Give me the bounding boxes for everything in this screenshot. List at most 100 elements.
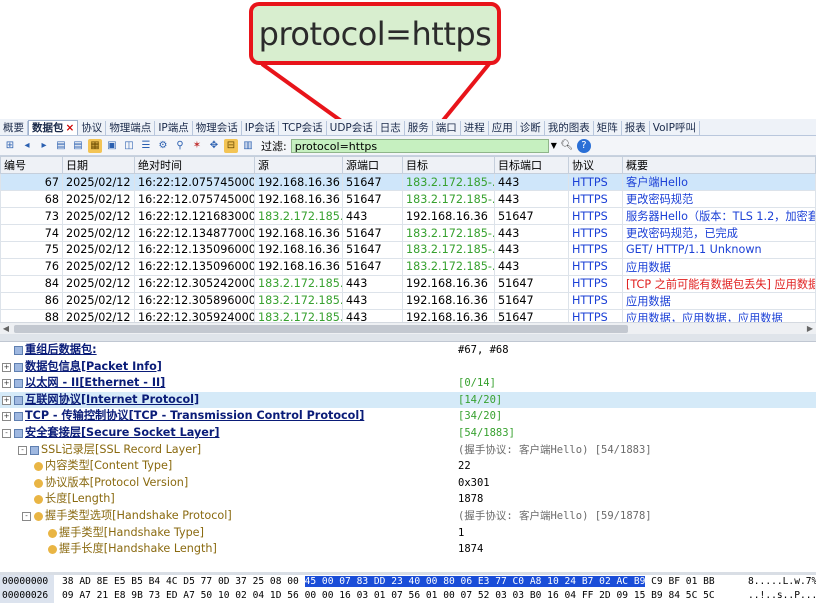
cell-sport: 443 xyxy=(342,291,403,310)
image-icon[interactable]: ◫ xyxy=(122,139,136,153)
scroll-thumb[interactable] xyxy=(14,325,628,333)
tab-10[interactable]: 服务 xyxy=(405,121,433,135)
tree-node[interactable]: 长度[Length] 1878 xyxy=(0,491,816,508)
move-icon[interactable]: ✥ xyxy=(207,139,221,153)
tab-7[interactable]: TCP会话 xyxy=(279,121,327,135)
last-page-icon[interactable]: ▤ xyxy=(71,139,85,153)
tab-1[interactable]: 数据包 × xyxy=(28,120,79,135)
hex-offset: 00000026 xyxy=(0,589,54,603)
pane-splitter[interactable] xyxy=(0,334,816,342)
expand-icon[interactable]: + xyxy=(2,362,11,372)
settings-dropdown-icon[interactable]: ⚙ xyxy=(156,139,170,153)
expand-icon[interactable]: + xyxy=(2,379,11,389)
tree-icon[interactable]: ⊟ xyxy=(224,138,238,153)
hex-selected-bytes[interactable]: 45 00 07 83 DD 23 40 00 80 06 E3 77 C0 A… xyxy=(304,576,646,587)
hex-bytes-tail[interactable]: C9 BF 01 BB xyxy=(645,576,715,587)
cell-dport: 51647 xyxy=(494,207,569,225)
table-row[interactable]: 68 2025/02/12 16:22:12.075745000 192.168.16… xyxy=(0,190,816,208)
tab-17[interactable]: 报表 xyxy=(622,121,650,135)
tab-label: 报表 xyxy=(624,122,646,134)
collapse-icon[interactable]: - xyxy=(22,512,31,521)
tab-4[interactable]: IP端点 xyxy=(155,121,193,135)
tab-label: 端口 xyxy=(435,122,457,134)
tree-node[interactable]: 协议版本[Protocol Version] 0x301 xyxy=(0,475,816,492)
save-filter-icon[interactable]: ▥ xyxy=(241,139,255,153)
tree-node[interactable]: + 数据包信息[Packet Info] xyxy=(0,359,816,376)
tree-node[interactable]: + 互联网协议[Internet Protocol] [14/20] xyxy=(0,391,816,409)
tab-0[interactable]: 概要 xyxy=(0,121,28,135)
magic-filter-icon[interactable]: ✶ xyxy=(190,139,204,153)
tree-label: 安全套接层[Secure Socket Layer] xyxy=(25,426,220,439)
table-row[interactable]: 67 2025/02/12 16:22:12.075745000 192.168.16… xyxy=(0,173,816,191)
tree-node[interactable]: + TCP - 传输控制协议[TCP - Transmission Control… xyxy=(0,408,816,425)
network-icon[interactable]: ⊞ xyxy=(3,139,17,153)
tab-13[interactable]: 应用 xyxy=(489,121,517,135)
tab-label: IP端点 xyxy=(158,122,189,134)
column-header[interactable]: 源 xyxy=(254,156,343,174)
collapse-icon[interactable]: - xyxy=(2,429,11,438)
table-row[interactable]: 74 2025/02/12 16:22:12.134877000 192.168.16… xyxy=(0,224,816,242)
view-detail-icon[interactable]: ▣ xyxy=(105,139,119,153)
back-arrow-icon[interactable]: ◂ xyxy=(20,139,34,153)
cell-src: 183.2.172.185... xyxy=(254,207,343,225)
column-header[interactable]: 协议 xyxy=(568,156,623,174)
cell-proto: HTTPS xyxy=(568,291,623,310)
tree-node[interactable]: - 握手类型选项[Handshake Protocol] (握手协议: 客户端Hel… xyxy=(0,508,816,525)
column-header[interactable]: 概要 xyxy=(622,156,816,174)
tree-label: 重组后数据包: xyxy=(25,343,97,356)
field-icon xyxy=(34,478,43,488)
column-header[interactable]: 目标端口 xyxy=(494,156,569,174)
tab-16[interactable]: 矩阵 xyxy=(594,121,622,135)
tree-value: 1 xyxy=(458,526,465,539)
column-header[interactable]: 目标 xyxy=(402,156,495,174)
collapse-icon[interactable]: - xyxy=(18,445,27,455)
column-header[interactable]: 绝对时间 xyxy=(134,156,255,174)
table-row[interactable]: 84 2025/02/12 16:22:12.305242000 183.2.172.… xyxy=(0,274,816,293)
hex-bytes[interactable]: 38 AD 8E E5 B5 B4 4C D5 77 0D 37 25 08 0… xyxy=(62,576,305,587)
tree-node[interactable]: + 以太网 - II[Ethernet - II] [0/14] xyxy=(0,375,816,392)
view-list-icon[interactable]: ▦ xyxy=(88,138,102,153)
tree-value: [14/20] xyxy=(458,393,503,406)
tree-node[interactable]: 握手类型[Handshake Type] 1 xyxy=(0,525,816,542)
table-row[interactable]: 86 2025/02/12 16:22:12.305896000 183.2.172.… xyxy=(0,291,816,310)
search-icon[interactable]: 🔍︎ xyxy=(560,139,574,153)
tab-12[interactable]: 进程 xyxy=(461,121,489,135)
column-header[interactable]: 编号 xyxy=(0,156,63,174)
column-header[interactable]: 日期 xyxy=(62,156,135,174)
tab-11[interactable]: 端口 xyxy=(433,121,461,135)
expand-icon[interactable]: + xyxy=(2,412,11,422)
tab-5[interactable]: 物理会话 xyxy=(193,121,242,135)
table-row[interactable]: 75 2025/02/12 16:22:12.135096000 192.168.16… xyxy=(0,241,816,259)
tab-2[interactable]: 协议 xyxy=(78,121,107,135)
cell-no: 75 xyxy=(0,241,63,259)
help-icon[interactable]: ? xyxy=(576,138,591,153)
expand-icon[interactable]: + xyxy=(2,395,11,405)
forward-arrow-icon[interactable]: ▸ xyxy=(37,139,51,153)
tab-18[interactable]: VoIP呼叫 xyxy=(650,121,700,135)
tab-6[interactable]: IP会话 xyxy=(242,121,280,135)
protocol-icon xyxy=(30,445,39,455)
tab-8[interactable]: UDP会话 xyxy=(327,121,377,135)
tree-node[interactable]: - SSL记录层[SSL Record Layer] (握手协议: 客户端Hello… xyxy=(0,442,816,459)
column-header[interactable]: 源端口 xyxy=(342,156,403,174)
tab-3[interactable]: 物理端点 xyxy=(106,121,156,135)
table-row[interactable]: 73 2025/02/12 16:22:12.121683000 183.2.172.… xyxy=(0,207,816,225)
columns-icon[interactable]: ☰ xyxy=(139,139,153,153)
tree-node[interactable]: 内容类型[Content Type] 22 xyxy=(0,458,816,475)
tree-label: TCP - 传输控制协议[TCP - Transmission Control … xyxy=(25,409,365,423)
tree-node[interactable]: - 安全套接层[Secure Socket Layer] [54/1883] xyxy=(0,425,816,442)
tab-15[interactable]: 我的图表 xyxy=(545,121,594,135)
first-page-icon[interactable]: ▤ xyxy=(54,139,68,153)
tab-9[interactable]: 日志 xyxy=(377,121,405,135)
filter-dropdown-icon[interactable]: ⚲ xyxy=(173,139,187,153)
chevron-down-icon[interactable]: ▼ xyxy=(551,141,557,150)
filter-input[interactable]: protocol=https xyxy=(290,138,549,153)
cell-dst: 183.2.172.185-... xyxy=(402,190,495,208)
tree-node[interactable]: 握手长度[Handshake Length] 1874 xyxy=(0,541,816,558)
tree-value: [54/1883] xyxy=(458,427,515,439)
tree-node[interactable]: 重组后数据包: #67, #68 xyxy=(0,342,816,359)
tab-14[interactable]: 诊断 xyxy=(517,121,545,135)
close-icon[interactable]: × xyxy=(66,122,75,134)
hex-bytes[interactable]: 09 A7 21 E8 9B 73 ED A7 50 10 02 04 1D 5… xyxy=(62,590,715,601)
table-row[interactable]: 76 2025/02/12 16:22:12.135096000 192.168.16… xyxy=(0,257,816,276)
